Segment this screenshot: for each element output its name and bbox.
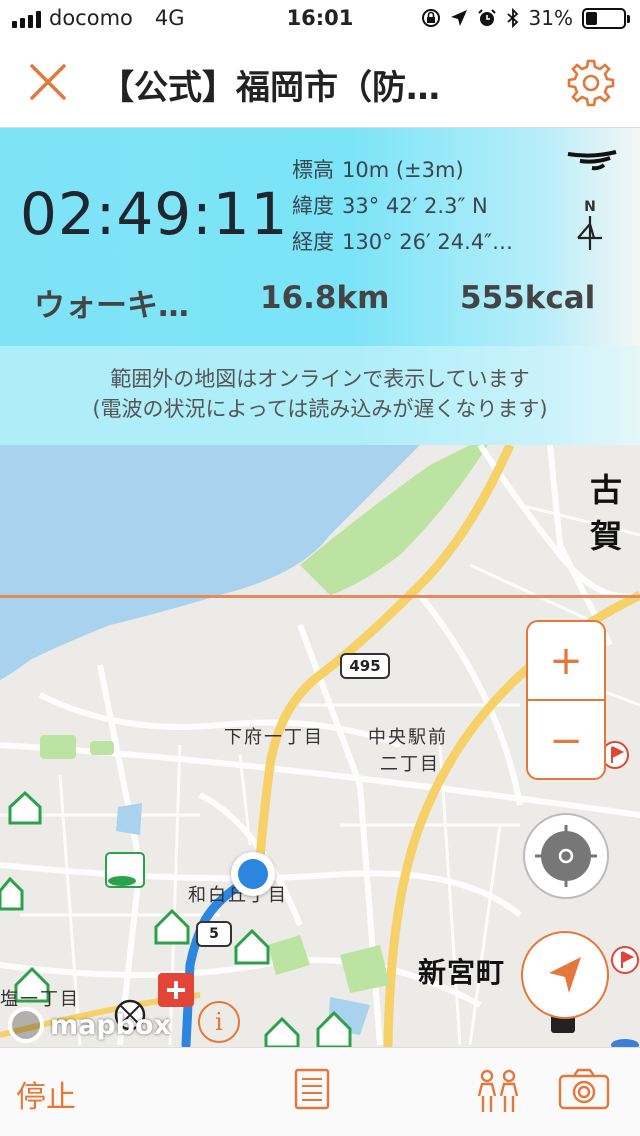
- status-bar: docomo 4G 16:01 31%: [0, 0, 640, 40]
- zoom-in-button[interactable]: +: [528, 622, 604, 701]
- mapbox-wordmark: mapbox: [50, 1009, 171, 1041]
- map-label-shingu: 新宮町: [418, 956, 506, 989]
- longitude-label: 経度: [292, 230, 334, 254]
- stats-row: ウォーキ… 16.8km 555kcal: [0, 280, 640, 324]
- latitude-row: 緯度 33° 42′ 2.3″ N: [292, 188, 513, 224]
- longitude-row: 経度 130° 26′ 24.4″…: [292, 224, 513, 260]
- bluetooth-icon: [506, 8, 518, 28]
- navigation-arrow-icon: [549, 957, 581, 993]
- location-arrow-icon: [450, 10, 467, 26]
- current-position-marker: [231, 852, 275, 896]
- close-button[interactable]: [22, 60, 76, 108]
- close-icon: [30, 64, 66, 100]
- map-info-button[interactable]: i: [198, 1001, 240, 1043]
- calories-value: 555kcal: [460, 280, 596, 316]
- map-label-koga: 古賀: [590, 471, 624, 555]
- coordinates-block: 標高 10m (±3m) 緯度 33° 42′ 2.3″ N 経度 130° 26′ …: [292, 152, 513, 260]
- bottom-toolbar: 停止: [0, 1047, 640, 1136]
- tracking-info-panel: 02:49:11 標高 10m (±3m) 緯度 33° 42′ 2.3″ N 経度…: [0, 128, 640, 445]
- list-icon: [294, 1068, 330, 1110]
- orientation-lock-icon: [421, 9, 440, 27]
- battery-percent: 31%: [528, 6, 573, 30]
- distance-value: 16.8km: [260, 280, 390, 316]
- activity-type[interactable]: ウォーキ…: [34, 280, 189, 325]
- compass-button[interactable]: [523, 813, 609, 899]
- page-title: 【公式】福岡市（防…: [100, 68, 440, 108]
- route-number-badge-small: 5: [196, 921, 232, 947]
- altitude-value: 10m (±3m): [342, 158, 464, 182]
- north-arrow-icon: [577, 216, 602, 250]
- zoom-control: + −: [526, 620, 606, 780]
- mapbox-attribution[interactable]: mapbox: [8, 1005, 171, 1045]
- notice-line-2: (電波の状況によっては読み込みが遅くなります): [92, 397, 548, 421]
- north-indicator: N: [572, 200, 608, 252]
- map-label-nichome: 二丁目: [380, 754, 440, 775]
- map-label-chuoekimae: 中央駅前: [368, 727, 448, 748]
- zoom-out-button[interactable]: −: [528, 701, 604, 780]
- map-view[interactable]: 495 5 下府一丁目 中央駅前 二丁目 和白丘丁目 塩一丁目 新宮町 古賀 +…: [0, 445, 640, 1047]
- range-boundary-line: [0, 595, 640, 598]
- log-list-button[interactable]: [294, 1068, 330, 1114]
- latitude-label: 緯度: [292, 194, 334, 218]
- settings-button[interactable]: [566, 58, 616, 108]
- longitude-value: 130° 26′ 24.4″…: [342, 230, 514, 254]
- people-icon: [477, 1069, 519, 1112]
- north-label: N: [584, 199, 596, 215]
- nav-bar: 【公式】福岡市（防…: [0, 40, 640, 128]
- group-button[interactable]: [474, 1068, 522, 1118]
- battery-icon: [582, 7, 630, 29]
- crosshair-icon: [535, 825, 597, 887]
- alarm-icon: [477, 9, 496, 26]
- map-label-shimofu: 下府一丁目: [224, 727, 324, 748]
- altitude-label: 標高: [292, 158, 334, 182]
- status-right: 31%: [421, 6, 630, 30]
- current-location-button[interactable]: [521, 931, 609, 1019]
- altitude-row: 標高 10m (±3m): [292, 152, 513, 188]
- gps-signal-icon: [567, 150, 617, 171]
- route-number-badge: 495: [340, 653, 390, 679]
- mapbox-logo-icon: [8, 1007, 44, 1043]
- offline-notice: 範囲外の地図はオンラインで表示しています (電波の状況によっては読み込みが遅くな…: [0, 346, 640, 445]
- stop-button[interactable]: 停止: [16, 1072, 76, 1116]
- notice-line-1: 範囲外の地図はオンラインで表示しています: [110, 367, 530, 391]
- latitude-value: 33° 42′ 2.3″ N: [342, 194, 488, 218]
- elapsed-time: 02:49:11: [20, 180, 289, 248]
- gear-icon: [567, 59, 615, 107]
- camera-button[interactable]: [558, 1068, 610, 1114]
- camera-icon: [558, 1068, 610, 1110]
